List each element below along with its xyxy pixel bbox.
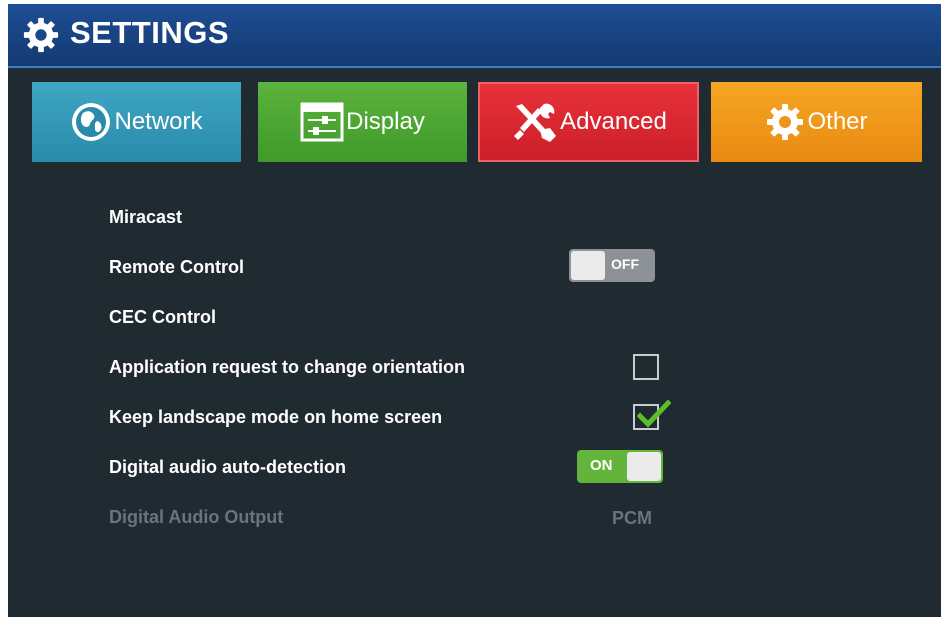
tab-network-label: Network — [114, 108, 203, 135]
title-bar: SETTINGS — [8, 4, 941, 68]
page-title: SETTINGS — [70, 15, 230, 50]
toggle-state: OFF — [611, 256, 639, 272]
globe-icon — [72, 103, 111, 141]
tab-display-label: Display — [346, 108, 425, 135]
audio-detect-label: Digital audio auto-detection — [109, 457, 346, 477]
tab-display[interactable]: Display — [258, 82, 467, 162]
tools-icon — [514, 103, 557, 142]
miracast-setting[interactable]: Miracast — [109, 207, 182, 228]
landscape-checkbox[interactable] — [633, 400, 671, 430]
orientation-label: Application request to change orientatio… — [109, 357, 466, 377]
cec-control-setting[interactable]: CEC Control — [109, 307, 216, 328]
tab-other[interactable]: Other — [711, 82, 922, 162]
remote-control-label: Remote Control — [109, 257, 244, 277]
gear-icon — [23, 17, 59, 53]
toggle-knob — [627, 452, 661, 481]
tab-network[interactable]: Network — [32, 82, 241, 162]
tab-other-label: Other — [807, 108, 868, 135]
settings-window: SETTINGS Network Display Advanced Other … — [8, 4, 941, 617]
audio-output-label: Digital Audio Output — [109, 507, 284, 527]
landscape-label: Keep landscape mode on home screen — [109, 407, 443, 427]
remote-control-toggle[interactable]: OFF — [569, 249, 655, 282]
toggle-state: ON — [590, 457, 613, 474]
toggle-knob — [571, 251, 605, 280]
orientation-checkbox[interactable] — [633, 354, 659, 380]
checkmark-icon — [637, 400, 671, 428]
gear-icon — [767, 104, 804, 140]
tab-advanced[interactable]: Advanced — [478, 82, 699, 162]
display-sliders-icon — [300, 102, 344, 142]
tab-advanced-label: Advanced — [560, 108, 667, 135]
audio-detect-toggle[interactable]: ON — [577, 450, 663, 483]
audio-output-value: PCM — [612, 508, 652, 528]
